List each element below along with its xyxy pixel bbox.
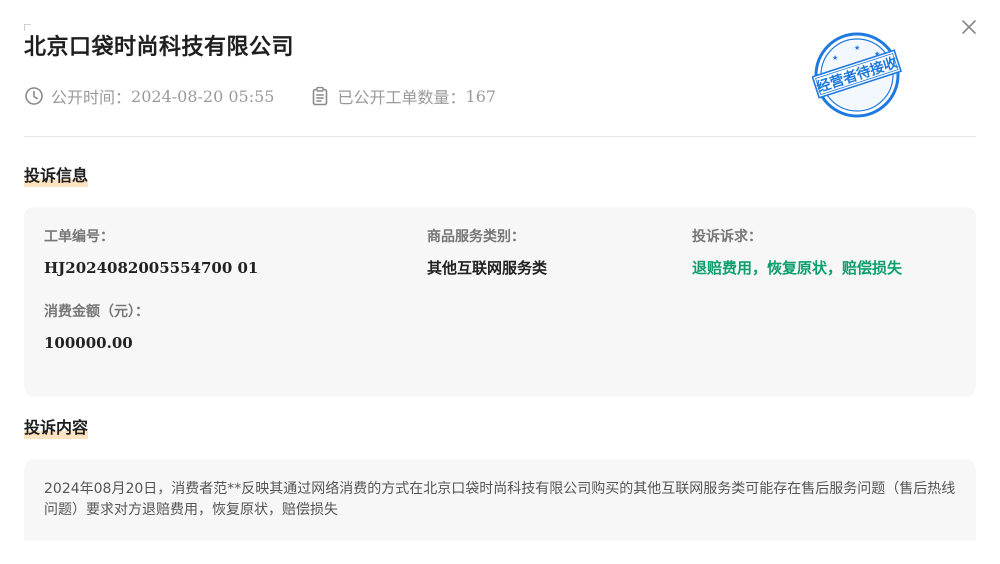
complaint-info-card: 工单编号： HJ2024082005554700 01 商品服务类别： 其他互联… — [24, 207, 976, 397]
complaint-info-title: 投诉信息 — [24, 166, 89, 187]
amount-field: 消费金额（元）： 100000.00 — [44, 302, 149, 354]
publish-time-label: 公开时间 — [51, 88, 116, 107]
modal-header: 北京口袋时尚科技有限公司 公开时间 ： 2024-08-20 05:55 已公开… — [24, 0, 976, 137]
amount-value: 100000.00 — [44, 334, 133, 352]
published-count-separator: ： — [449, 88, 466, 107]
demand-label: 投诉诉求： — [692, 229, 762, 245]
category-field: 商品服务类别： 其他互联网服务类 — [427, 227, 547, 279]
category-label: 商品服务类别： — [427, 229, 525, 245]
published-count: 已公开工单数量 ： 167 — [310, 84, 496, 108]
complaint-content-title: 投诉内容 — [24, 418, 89, 439]
svg-text:★: ★ — [854, 44, 860, 52]
publish-time: 公开时间 ： 2024-08-20 05:55 — [24, 84, 274, 108]
order-number-label: 工单编号： — [44, 229, 114, 245]
demand-value: 退赔费用，恢复原状，赔偿损失 — [692, 259, 903, 277]
complaint-detail-modal: 北京口袋时尚科技有限公司 公开时间 ： 2024-08-20 05:55 已公开… — [0, 0, 1000, 564]
complaint-content-text: 2024年08月20日，消费者范**反映其通过网络消费的方式在北京口袋时尚科技有… — [44, 481, 956, 518]
svg-text:★: ★ — [832, 54, 838, 62]
status-stamp: ★ ★ ★ 经营者待接收 — [811, 30, 902, 120]
demand-field: 投诉诉求： 退赔费用，恢复原状，赔偿损失 — [692, 227, 902, 279]
category-value: 其他互联网服务类 — [427, 259, 548, 277]
publish-time-separator: ： — [115, 88, 132, 107]
published-count-value: 167 — [465, 86, 497, 106]
publish-time-value: 2024-08-20 05:55 — [131, 86, 275, 106]
order-number-value: HJ2024082005554700 01 — [44, 259, 259, 277]
complaint-content-card: 2024年08月20日，消费者范**反映其通过网络消费的方式在北京口袋时尚科技有… — [24, 459, 976, 541]
clipboard-icon — [310, 86, 330, 106]
order-number-field: 工单编号： HJ2024082005554700 01 — [44, 227, 258, 279]
clock-icon — [24, 86, 44, 106]
published-count-label: 已公开工单数量 — [337, 88, 450, 107]
corner-mark — [24, 24, 31, 31]
amount-label: 消费金额（元）： — [44, 304, 149, 320]
